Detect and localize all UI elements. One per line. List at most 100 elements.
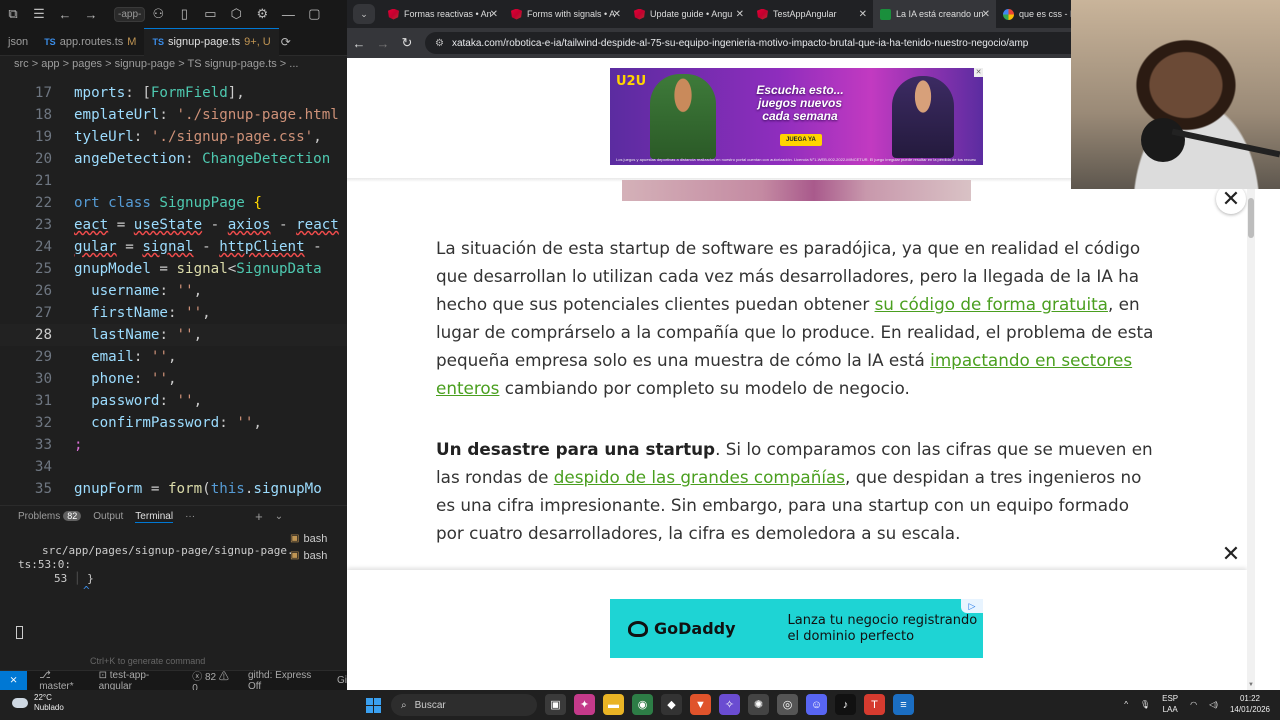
browser-tab[interactable]: TestAppAngular ✕ <box>750 0 873 28</box>
angular-favicon-icon <box>388 8 399 20</box>
volume-icon[interactable]: ◁) <box>1209 700 1218 709</box>
close-bottom-ad-icon[interactable]: ✕ <box>1217 540 1245 568</box>
tiktok-icon[interactable]: ♪ <box>835 694 856 715</box>
code-line: 25 gnupModel = signal<SignupData <box>0 258 347 280</box>
forward-arrow-icon[interactable]: → <box>78 7 104 22</box>
browser-tab[interactable]: Forms with signals • A ✕ <box>504 0 627 28</box>
ad-text: Lanza tu negocio registrando el dominio … <box>787 612 978 644</box>
tab-title: Forms with signals • A <box>527 9 616 19</box>
settings-gear-icon[interactable]: ⚙ <box>249 6 275 22</box>
mic-icon[interactable]: 🎙 <box>1140 700 1150 709</box>
terraform-icon[interactable]: T <box>864 694 885 715</box>
brave-icon[interactable]: ▼ <box>690 694 711 715</box>
add-terminal-icon[interactable]: + <box>255 509 263 524</box>
screen: ⧉ ☰ ← → -app- ⚇ ▯ ▭ ⬡ ⚙ — ▢ json TS app.r… <box>0 0 1280 720</box>
tab-app-routes[interactable]: TS app.routes.ts M <box>36 28 144 56</box>
close-tab-icon[interactable]: ✕ <box>859 9 867 20</box>
close-tab-icon[interactable]: ✕ <box>490 9 498 20</box>
taskbar-search[interactable]: ⌕ Buscar <box>391 694 537 716</box>
code-line: 24 gular = signal - httpClient - <box>0 236 347 258</box>
adchoices-icon[interactable]: ▷ <box>961 599 983 613</box>
toggle-panel-icon[interactable]: ▭ <box>197 6 223 22</box>
tab-problems[interactable]: Problems 82 <box>18 511 82 522</box>
scroll-thumb[interactable] <box>1248 198 1254 238</box>
scroll-down-icon[interactable]: ▼ <box>1247 682 1255 690</box>
browser-tab[interactable]: Formas reactivas • An ✕ <box>381 0 504 28</box>
mic-arm-image <box>1171 128 1280 158</box>
site-info-icon[interactable]: ⚙ <box>435 38 444 49</box>
back-arrow-icon[interactable]: ← <box>52 7 78 22</box>
visual-studio-icon[interactable]: ✧ <box>719 694 740 715</box>
tab-search-chevron-icon[interactable]: ⌄ <box>353 4 375 24</box>
ad-legal-text: Los juegos y apuestas deportivas a dista… <box>616 157 976 162</box>
tab-signup-page[interactable]: TS signup-page.ts 9+, U <box>144 27 279 56</box>
clock-date: 14/01/2026 <box>1229 705 1270 714</box>
split-editor-icon[interactable]: ⟳ <box>281 35 291 49</box>
status-extra[interactable]: Gi <box>337 675 347 686</box>
panel-more-icon[interactable]: ··· <box>185 511 195 522</box>
article-link[interactable]: despido de las grandes compañías <box>554 467 845 487</box>
wifi-icon[interactable]: ◠ <box>1190 700 1197 709</box>
chevron-up-icon[interactable]: ^ <box>1124 700 1128 709</box>
tab-terminal[interactable]: Terminal <box>135 511 174 523</box>
chevron-down-icon[interactable]: ⌄ <box>275 511 283 522</box>
reload-icon[interactable]: ↻ <box>395 35 419 51</box>
line-number: 27 <box>34 305 52 321</box>
forward-icon[interactable]: → <box>371 36 395 51</box>
task-view-icon[interactable]: ▣ <box>545 694 566 715</box>
cursor-app-icon[interactable]: ◆ <box>661 694 682 715</box>
chatgpt-icon[interactable]: ✺ <box>748 694 769 715</box>
code-line: 32 confirmPassword: '', <box>0 412 347 434</box>
minimize-icon[interactable]: — <box>275 7 301 22</box>
line-number: 17 <box>34 85 52 101</box>
code-text: email: '', <box>91 349 177 365</box>
url-text: xataka.com/robotica-e-ia/tailwind-despid… <box>451 37 1029 49</box>
copilot-app-icon[interactable]: ✦ <box>574 694 595 715</box>
clock[interactable]: 01:22 14/01/2026 <box>1230 693 1270 715</box>
line-number: 25 <box>34 261 52 277</box>
tab-json[interactable]: json <box>0 28 36 56</box>
menu-icon[interactable]: ☰ <box>26 6 52 22</box>
terminal-caret: ^ <box>83 584 90 597</box>
ad-person-image <box>650 74 716 159</box>
code-editor[interactable]: 17 mports: [FormField], 18 emplateUrl: './… <box>0 82 347 502</box>
ad-close-icon[interactable]: ✕ <box>974 68 983 77</box>
close-tab-icon[interactable]: ✕ <box>736 9 744 20</box>
project-status[interactable]: ⊡ test-app-angular <box>99 670 181 692</box>
search-icon: ⌕ <box>401 699 407 711</box>
chrome-icon[interactable]: ◉ <box>632 694 653 715</box>
back-icon[interactable]: ← <box>347 36 371 51</box>
server-status[interactable]: githd: Express Off <box>248 670 325 692</box>
close-tab-icon[interactable]: ✕ <box>613 9 621 20</box>
browser-tab[interactable]: Update guide • Angu ✕ <box>627 0 750 28</box>
lang-code: ESP <box>1162 694 1179 703</box>
sticky-ad-area: GoDaddy Lanza tu negocio registrando el … <box>347 570 1247 690</box>
windows-start-icon[interactable] <box>366 698 381 713</box>
copilot-icon[interactable]: ⚇ <box>145 6 171 22</box>
github-icon[interactable]: ◎ <box>777 694 798 715</box>
notepad-icon[interactable]: ≡ <box>893 694 914 715</box>
url-bar[interactable]: ⚙ xataka.com/robotica-e-ia/tailwind-desp… <box>425 32 1125 54</box>
tab-output[interactable]: Output <box>93 511 123 522</box>
article-link[interactable]: su código de forma gratuita <box>875 294 1108 314</box>
file-explorer-icon[interactable]: ▬ <box>603 694 624 715</box>
code-line: 35 gnupForm = form(this.signupMo <box>0 478 347 500</box>
casino-ad-banner[interactable]: U2U Escucha esto... juegos nuevos cada s… <box>610 68 983 165</box>
search-placeholder: Buscar <box>414 699 446 711</box>
toggle-sidebar-icon[interactable]: ▯ <box>171 6 197 22</box>
close-tab-icon[interactable]: ✕ <box>982 9 990 20</box>
extensions-icon[interactable]: ⬡ <box>223 6 249 22</box>
remote-icon[interactable]: ⨯ <box>0 670 28 691</box>
branch-status[interactable]: ⎇ master* <box>39 670 86 692</box>
browser-tab-active[interactable]: La IA está creando un ✕ <box>873 0 996 28</box>
breadcrumb[interactable]: src > app > pages > signup-page > TS sig… <box>14 58 298 70</box>
terminal[interactable]: src/app/pages/signup-page/signup-page. t… <box>0 540 347 670</box>
weather-widget[interactable]: 22°C Nublado <box>12 693 64 713</box>
language-indicator[interactable]: ESP LAA <box>1162 693 1178 715</box>
godaddy-ad-banner[interactable]: GoDaddy Lanza tu negocio registrando el … <box>610 599 983 658</box>
code-line: 21 <box>0 170 347 192</box>
maximize-icon[interactable]: ▢ <box>301 6 327 22</box>
command-center[interactable]: -app- <box>114 6 146 22</box>
discord-icon[interactable]: ☺ <box>806 694 827 715</box>
ad-cta-button[interactable]: JUEGA YA <box>780 134 822 146</box>
